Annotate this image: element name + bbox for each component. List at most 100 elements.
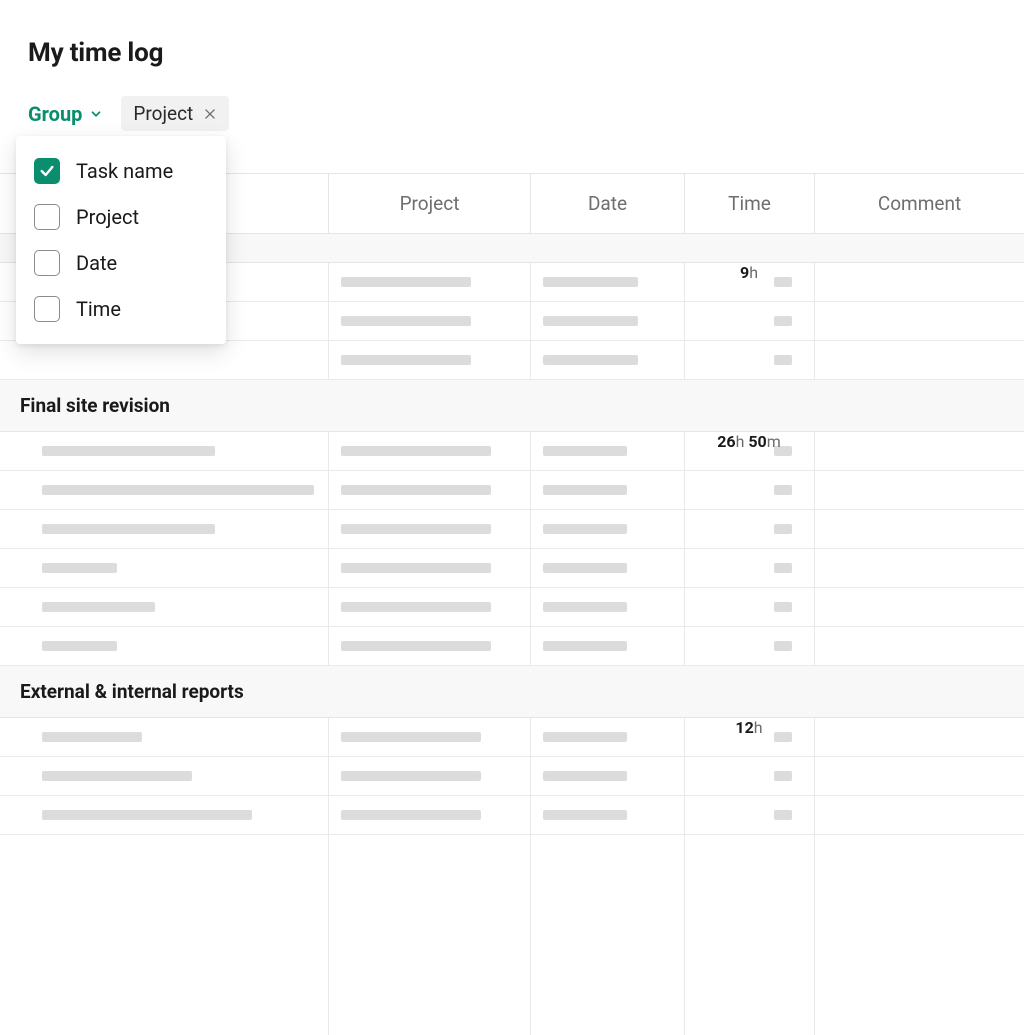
cell-comment	[814, 471, 1024, 509]
cell-comment	[814, 549, 1024, 587]
cell-date	[530, 796, 684, 834]
cell-task	[0, 718, 328, 756]
cell-project	[328, 549, 530, 587]
cell-project	[328, 718, 530, 756]
placeholder-bar	[774, 563, 792, 573]
close-icon[interactable]	[203, 107, 217, 121]
placeholder-bar	[774, 602, 792, 612]
page-title: My time log	[0, 38, 1024, 68]
placeholder-bar	[774, 355, 792, 365]
dropdown-item-label: Project	[76, 205, 139, 229]
group-total-time: 9h	[684, 263, 814, 282]
placeholder-bar	[341, 355, 471, 365]
cell-comment	[814, 302, 1024, 340]
cell-project	[328, 302, 530, 340]
cell-comment	[814, 718, 1024, 756]
filter-chip-project[interactable]: Project	[121, 96, 229, 131]
cell-task	[0, 549, 328, 587]
placeholder-bar	[341, 446, 491, 456]
checkbox-unchecked-icon[interactable]	[34, 296, 60, 322]
dropdown-item-project[interactable]: Project	[16, 194, 226, 240]
cell-project	[328, 627, 530, 665]
table-row[interactable]	[0, 341, 1024, 380]
checkbox-unchecked-icon[interactable]	[34, 204, 60, 230]
cell-project	[328, 263, 530, 301]
cell-time	[684, 471, 814, 509]
cell-task	[0, 432, 328, 470]
cell-date	[530, 627, 684, 665]
chevron-down-icon	[89, 107, 103, 121]
cell-comment	[814, 627, 1024, 665]
dropdown-item-label: Date	[76, 251, 117, 275]
placeholder-bar	[543, 277, 638, 287]
placeholder-bar	[42, 602, 155, 612]
table-row[interactable]	[0, 718, 1024, 757]
placeholder-bar	[341, 732, 481, 742]
placeholder-bar	[543, 446, 627, 456]
column-header-project[interactable]: Project	[328, 174, 530, 233]
placeholder-bar	[774, 316, 792, 326]
placeholder-bar	[543, 810, 627, 820]
table-row[interactable]	[0, 796, 1024, 835]
column-header-time[interactable]: Time	[684, 174, 814, 233]
cell-date	[530, 471, 684, 509]
placeholder-bar	[543, 485, 627, 495]
cell-date	[530, 757, 684, 795]
placeholder-bar	[42, 446, 215, 456]
placeholder-bar	[774, 771, 792, 781]
placeholder-bar	[774, 485, 792, 495]
placeholder-bar	[341, 277, 471, 287]
placeholder-bar	[42, 810, 252, 820]
placeholder-bar	[543, 355, 638, 365]
table-row[interactable]	[0, 471, 1024, 510]
cell-comment	[814, 796, 1024, 834]
group-total-time: 26h 50m	[684, 432, 814, 451]
toolbar: Group Project Task name Project	[0, 96, 1024, 131]
dropdown-item-time[interactable]: Time	[16, 286, 226, 332]
group-name: External & internal reports	[0, 680, 244, 703]
cell-date	[530, 549, 684, 587]
group-dropdown-trigger[interactable]: Group	[28, 102, 103, 126]
cell-date	[530, 510, 684, 548]
checkbox-unchecked-icon[interactable]	[34, 250, 60, 276]
placeholder-bar	[543, 732, 627, 742]
cell-comment	[814, 757, 1024, 795]
placeholder-bar	[42, 771, 192, 781]
cell-date	[530, 718, 684, 756]
column-header-date[interactable]: Date	[530, 174, 684, 233]
dropdown-item-task-name[interactable]: Task name	[16, 148, 226, 194]
cell-date	[530, 263, 684, 301]
cell-time	[684, 796, 814, 834]
cell-date	[530, 588, 684, 626]
cell-task	[0, 341, 328, 379]
cell-project	[328, 757, 530, 795]
table-row[interactable]	[0, 757, 1024, 796]
table-row[interactable]	[0, 549, 1024, 588]
placeholder-bar	[42, 641, 117, 651]
column-header-comment[interactable]: Comment	[814, 174, 1024, 233]
cell-task	[0, 627, 328, 665]
group-header-row[interactable]: External & internal reports	[0, 666, 1024, 718]
placeholder-bar	[42, 485, 314, 495]
cell-task	[0, 510, 328, 548]
table-row[interactable]	[0, 510, 1024, 549]
dropdown-item-date[interactable]: Date	[16, 240, 226, 286]
group-total-time: 12h	[684, 718, 814, 737]
placeholder-bar	[543, 771, 627, 781]
placeholder-bar	[341, 485, 491, 495]
cell-date	[530, 432, 684, 470]
cell-project	[328, 471, 530, 509]
checkbox-checked-icon[interactable]	[34, 158, 60, 184]
placeholder-bar	[341, 563, 491, 573]
placeholder-bar	[543, 316, 638, 326]
placeholder-bar	[543, 524, 627, 534]
cell-time	[684, 341, 814, 379]
group-header-row[interactable]: Final site revision	[0, 380, 1024, 432]
table-row[interactable]	[0, 432, 1024, 471]
dropdown-item-label: Time	[76, 297, 121, 321]
table-row[interactable]	[0, 627, 1024, 666]
placeholder-bar	[774, 810, 792, 820]
cell-time	[684, 302, 814, 340]
cell-project	[328, 588, 530, 626]
table-row[interactable]	[0, 588, 1024, 627]
